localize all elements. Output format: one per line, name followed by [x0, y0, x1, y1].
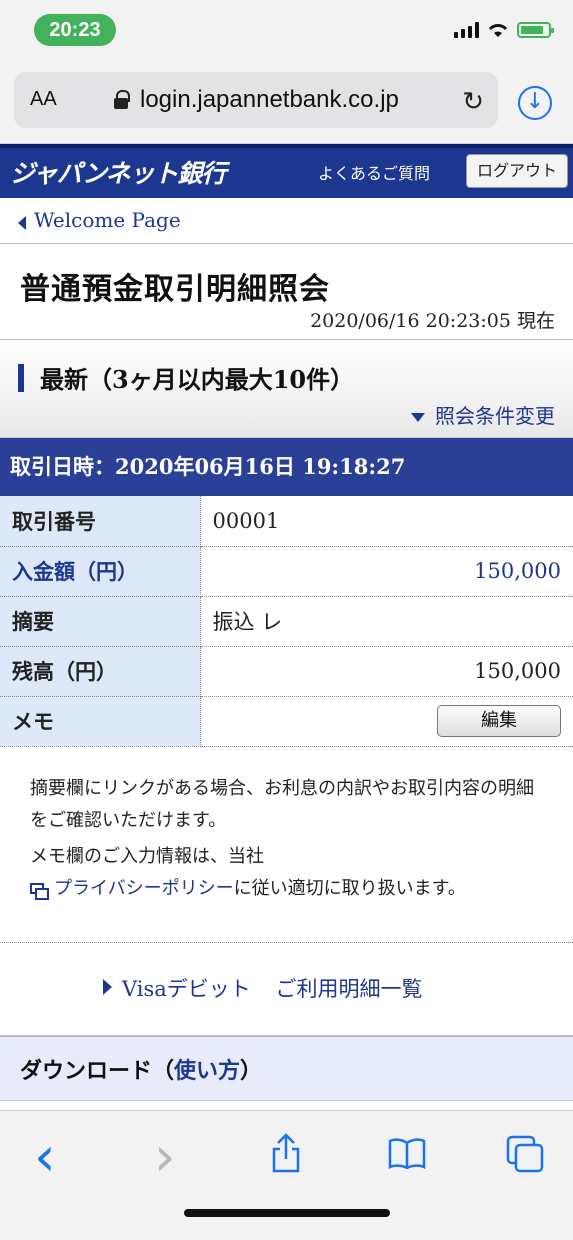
notes: 摘要欄にリンクがある場合、お利息の内訳やお取引内容の明細をご確認いただけます。 … — [0, 747, 573, 943]
battery-icon — [517, 22, 554, 38]
download-label-close: ） — [240, 1057, 263, 1084]
share-icon[interactable] — [270, 1133, 302, 1173]
row-label: 摘要 — [0, 596, 201, 647]
download-icon[interactable]: ↓ — [518, 86, 552, 120]
row-value: 振込 レ — [200, 596, 573, 647]
breadcrumb: Welcome Page — [0, 198, 573, 244]
signal-icon — [454, 22, 479, 38]
row-value: 00001 — [200, 496, 573, 547]
how-to-link[interactable]: 使い方 — [174, 1058, 240, 1084]
note-text: に従い適切に取り扱います。 — [233, 877, 466, 899]
address-bar[interactable]: AA login.japannetbank.co.jp ↻ — [14, 72, 498, 128]
visa-debit-link[interactable]: Visaデビット ご利用明細一覧 — [122, 973, 422, 1003]
visa-section: Visaデビット ご利用明細一覧 — [0, 943, 573, 1037]
title-area: 普通預金取引明細照会 2020/06/16 20:23:05 現在 — [0, 244, 573, 340]
privacy-policy-link[interactable]: プライバシーポリシー — [54, 878, 234, 899]
table-row: 取引番号 00001 — [0, 496, 573, 547]
row-value: 150,000 — [200, 546, 573, 597]
table-row: 摘要 振込 レ — [0, 596, 573, 647]
wifi-icon — [488, 24, 508, 37]
bank-header: ジャパンネット銀行 よくあるご質問 ログアウト — [0, 144, 573, 198]
tabs-icon[interactable] — [506, 1135, 544, 1173]
home-indicator — [184, 1209, 390, 1217]
table-row: メモ 編集 — [0, 696, 573, 747]
row-label: 入金額（円） — [0, 546, 201, 597]
status-bar: 20:23 — [0, 0, 573, 60]
status-time: 20:23 — [34, 14, 116, 46]
welcome-page-link[interactable]: Welcome Page — [34, 208, 181, 232]
back-triangle-icon — [18, 216, 26, 230]
download-title: ダウンロード（使い方） — [20, 1053, 262, 1085]
transaction-datetime: 取引日時：2020年06月16日 19:18:27 — [0, 438, 573, 496]
logout-button[interactable]: ログアウト — [466, 154, 568, 188]
row-label: 取引番号 — [0, 496, 201, 547]
memo-cell: 編集 — [200, 696, 573, 747]
note-text: メモ欄のご入力情報は、当社 — [30, 845, 264, 867]
download-section: ダウンロード（使い方） — [0, 1036, 573, 1101]
page-title: 普通預金取引明細照会 — [20, 272, 330, 307]
faq-link[interactable]: よくあるご質問 — [318, 160, 430, 184]
back-button[interactable]: ‹ — [34, 1125, 56, 1188]
row-label: メモ — [0, 696, 201, 747]
arrow-right-icon — [103, 978, 112, 995]
url-text[interactable]: login.japannetbank.co.jp — [140, 86, 399, 114]
as-of-timestamp: 2020/06/16 20:23:05 現在 — [310, 310, 555, 332]
section-bar — [18, 364, 24, 392]
section-title: 最新（3ヶ月以内最大10件） — [40, 365, 355, 394]
bank-logo[interactable]: ジャパンネット銀行 — [10, 154, 227, 190]
download-label: ダウンロード（ — [20, 1057, 175, 1084]
browser-bottom-toolbar: ‹ › — [0, 1110, 573, 1240]
table-row: 入金額（円） 150,000 — [0, 546, 573, 597]
bookmarks-icon[interactable] — [388, 1137, 426, 1169]
new-window-icon — [30, 883, 49, 900]
note-text-memo: メモ欄のご入力情報は、当社 プライバシーポリシーに従い適切に取り扱います。 — [30, 841, 543, 905]
table-row: 残高（円） 150,000 — [0, 646, 573, 697]
section-header: 最新（3ヶ月以内最大10件） 照会条件変更 — [0, 340, 573, 438]
transaction-table: 取引番号 00001 入金額（円） 150,000 摘要 振込 レ 残高（円） … — [0, 496, 573, 747]
reload-icon[interactable]: ↻ — [462, 86, 484, 117]
header-accent-line — [0, 144, 573, 148]
lock-icon — [114, 90, 130, 109]
forward-button[interactable]: › — [154, 1125, 176, 1188]
row-label: 残高（円） — [0, 646, 201, 697]
text-size-button[interactable]: AA — [30, 88, 57, 111]
edit-memo-button[interactable]: 編集 — [437, 705, 561, 737]
browser-toolbar: AA login.japannetbank.co.jp ↻ ↓ — [0, 60, 573, 144]
status-icons — [454, 22, 554, 38]
note-text: 摘要欄にリンクがある場合、お利息の内訳やお取引内容の明細をご確認いただけます。 — [30, 777, 534, 831]
row-value: 150,000 — [200, 646, 573, 697]
change-conditions-link[interactable]: 照会条件変更 — [411, 400, 555, 429]
